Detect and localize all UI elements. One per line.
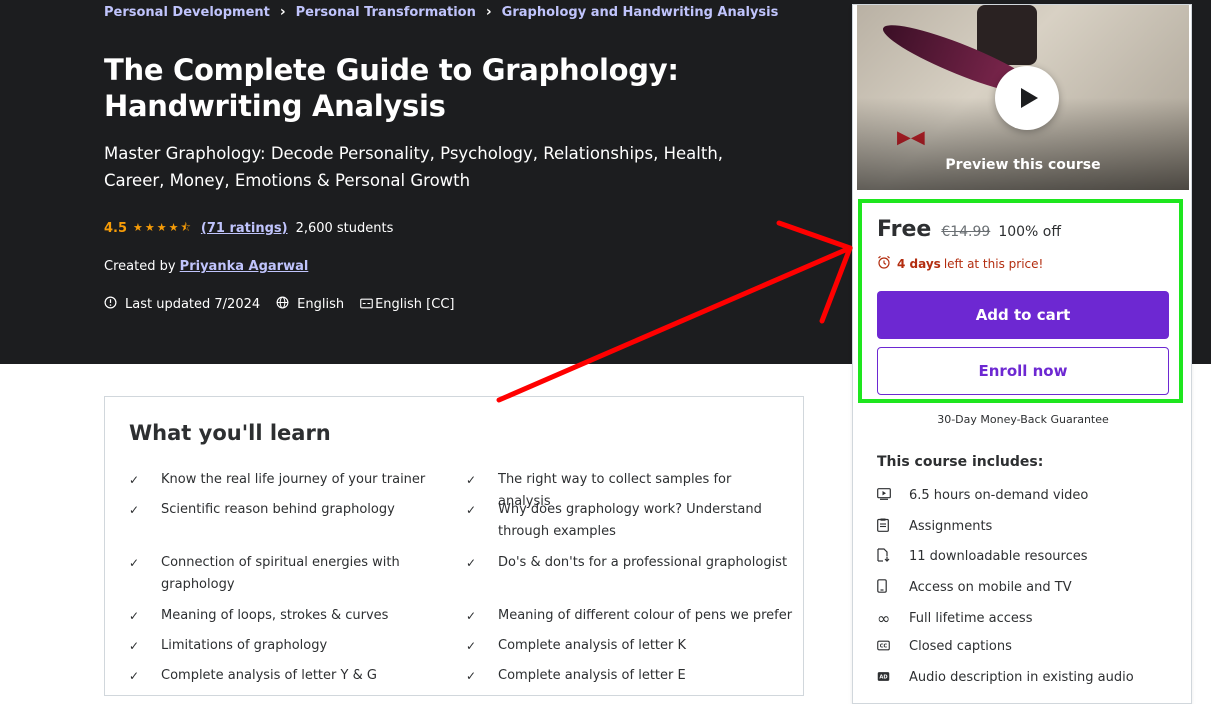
learn-item: ✓ Complete analysis of letter Y & G	[129, 665, 441, 687]
check-icon: ✓	[129, 639, 140, 653]
learn-item: ✓ Know the real life journey of your tra…	[129, 469, 441, 491]
learn-item: ✓ Meaning of loops, strokes & curves	[129, 605, 441, 627]
includes-item: Assignments	[877, 518, 992, 535]
price-timer: 4 days left at this price!	[877, 255, 1043, 272]
what-you-learn-box: What you'll learn ✓ Know the real life j…	[104, 396, 804, 696]
alarm-clock-icon	[877, 255, 891, 272]
assignment-icon	[877, 518, 909, 535]
add-to-cart-button[interactable]: Add to cart	[877, 291, 1169, 339]
rating-row: 4.5 ★★★★⯪ (71 ratings) 2,600 students	[104, 219, 393, 238]
includes-title: This course includes:	[877, 454, 1044, 470]
check-icon: ✓	[129, 503, 140, 517]
check-icon: ✓	[466, 609, 477, 623]
includes-item-label: Audio description in existing audio	[909, 670, 1134, 685]
includes-item: AD Audio description in existing audio	[877, 670, 1134, 685]
learn-item: ✓ Connection of spiritual energies with …	[129, 552, 441, 596]
audio-description-icon: AD	[877, 671, 909, 685]
learn-item: ✓ Complete analysis of letter E	[466, 665, 788, 687]
includes-item-label: 6.5 hours on-demand video	[909, 488, 1089, 503]
captions-icon: CC	[877, 640, 909, 654]
created-by-label: Created by	[104, 259, 176, 274]
star-rating-icon: ★★★★⯪	[133, 221, 193, 234]
learn-item-text: Scientific reason behind graphology	[161, 502, 395, 517]
instructor-link[interactable]: Priyanka Agarwal	[180, 259, 309, 274]
language: English	[297, 297, 345, 312]
check-icon: ✓	[129, 556, 140, 570]
learn-item-text: Know the real life journey of your train…	[161, 472, 426, 487]
price-current: Free	[877, 217, 932, 242]
created-by: Created by Priyanka Agarwal	[104, 259, 308, 274]
infinity-icon: ∞	[877, 609, 891, 628]
includes-item: ∞ Full lifetime access	[877, 609, 1032, 628]
course-title: The Complete Guide to Graphology: Handwr…	[104, 53, 679, 123]
ratings-count-link[interactable]: (71 ratings)	[201, 221, 288, 236]
learn-item-text: Complete analysis of letter E	[498, 668, 686, 683]
learn-item-text: Do's & don'ts for a professional graphol…	[498, 555, 788, 570]
check-icon: ✓	[466, 503, 477, 517]
breadcrumb-item-personal-transformation[interactable]: Personal Transformation	[296, 5, 476, 20]
includes-item-label: Closed captions	[909, 639, 1012, 654]
course-preview-video[interactable]: ▶◀ Preview this course	[857, 5, 1189, 190]
check-icon: ✓	[129, 473, 140, 487]
includes-item: Access on mobile and TV	[877, 579, 1072, 596]
breadcrumb: Personal Development › Personal Transfor…	[104, 4, 778, 20]
download-file-icon	[877, 548, 909, 565]
breadcrumb-item-personal-development[interactable]: Personal Development	[104, 5, 270, 20]
includes-item-label: Assignments	[909, 519, 993, 534]
enroll-now-button[interactable]: Enroll now	[877, 347, 1169, 395]
check-icon: ✓	[466, 556, 477, 570]
price-discount: 100% off	[998, 224, 1061, 240]
purchase-sidebar: ▶◀ Preview this course Free €14.99 100% …	[852, 4, 1192, 704]
price-original: €14.99	[941, 224, 991, 240]
learn-heading: What you'll learn	[129, 421, 331, 445]
money-back-guarantee: 30-Day Money-Back Guarantee	[937, 413, 1109, 426]
includes-item-label: Full lifetime access	[909, 611, 1033, 626]
check-icon: ✓	[466, 639, 477, 653]
includes-item-label: Access on mobile and TV	[909, 580, 1072, 595]
rating-value: 4.5	[104, 221, 128, 236]
play-button[interactable]	[995, 66, 1059, 130]
learn-item: ✓ Meaning of different colour of pens we…	[466, 605, 798, 627]
includes-item: 6.5 hours on-demand video	[877, 488, 1088, 503]
last-updated: Last updated 7/2024	[125, 297, 261, 312]
check-icon: ✓	[129, 609, 140, 623]
timer-days: 4 days	[897, 256, 941, 271]
course-subtitle: Master Graphology: Decode Personality, P…	[104, 144, 724, 190]
chevron-right-icon: ›	[279, 4, 286, 20]
learn-item-text: Meaning of different colour of pens we p…	[498, 608, 793, 623]
price-row: Free €14.99 100% off	[877, 217, 1061, 242]
includes-item: CC Closed captions	[877, 639, 1012, 654]
learn-item: ✓ Do's & don'ts for a professional graph…	[466, 552, 788, 574]
learn-item-text: Connection of spiritual energies with gr…	[161, 555, 400, 592]
timer-text: left at this price!	[943, 256, 1044, 271]
learn-item: ✓ Why does graphology work? Understand t…	[466, 499, 768, 543]
mobile-icon	[877, 579, 909, 596]
learn-item: ✓ Complete analysis of letter K	[466, 635, 788, 657]
alert-clock-icon	[104, 296, 117, 313]
includes-item-label: 11 downloadable resources	[909, 549, 1088, 564]
captions: English [CC]	[375, 297, 455, 312]
learn-item-text: Complete analysis of letter K	[498, 638, 687, 653]
check-icon: ✓	[129, 669, 140, 683]
learn-item-text: Complete analysis of letter Y & G	[161, 668, 377, 683]
chevron-right-icon: ›	[485, 4, 492, 20]
includes-item: 11 downloadable resources	[877, 548, 1088, 565]
course-meta: Last updated 7/2024 English English [CC]	[104, 296, 454, 313]
learn-item-text: Limitations of graphology	[161, 638, 328, 653]
svg-text:CC: CC	[880, 643, 888, 649]
learn-item-text: Meaning of loops, strokes & curves	[161, 608, 389, 623]
breadcrumb-item-graphology[interactable]: Graphology and Handwriting Analysis	[502, 5, 779, 20]
check-icon: ✓	[466, 669, 477, 683]
globe-icon	[276, 296, 289, 313]
preview-label: Preview this course	[945, 157, 1101, 173]
students-count: 2,600 students	[295, 221, 394, 236]
play-icon	[1021, 88, 1038, 108]
learn-item: ✓ Limitations of graphology	[129, 635, 441, 657]
learn-item-text: Why does graphology work? Understand thr…	[498, 502, 762, 539]
captions-icon	[360, 297, 373, 313]
learn-item: ✓ Scientific reason behind graphology	[129, 499, 441, 521]
video-icon	[877, 488, 909, 503]
svg-text:AD: AD	[879, 674, 887, 680]
